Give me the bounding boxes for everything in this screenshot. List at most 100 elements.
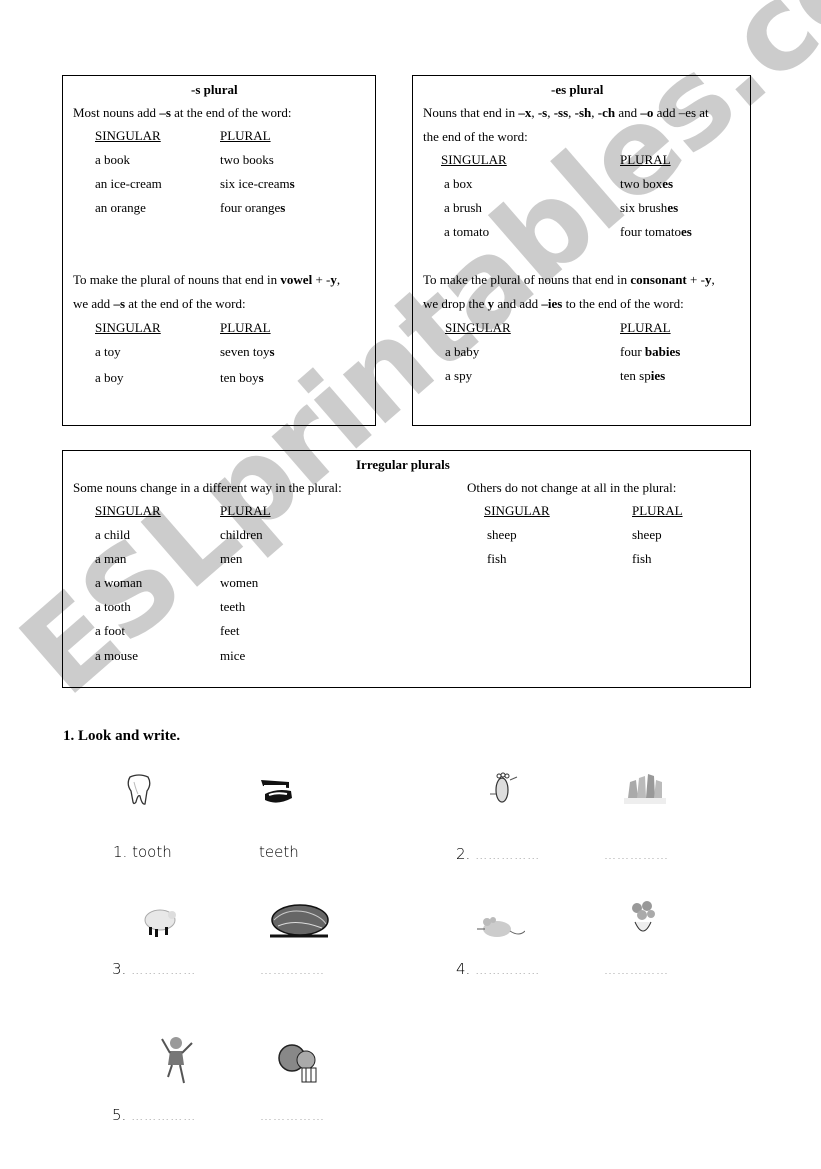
text: Most nouns add: [73, 105, 160, 120]
text-bold: –ies: [541, 296, 563, 311]
text: ,: [711, 272, 715, 287]
plural-cell: teeth: [220, 599, 246, 614]
header-plural: PLURAL: [220, 320, 271, 335]
text-bold: -ss: [553, 105, 569, 120]
item-number: 1.: [113, 843, 128, 861]
text: at the end of the word:: [125, 296, 246, 311]
header-plural: PLURAL: [220, 128, 271, 143]
exercise-heading: 1. Look and write.: [63, 728, 181, 744]
exercise-item-3-singular: 3. ……………: [112, 960, 196, 978]
plural-cell: ten spies: [620, 368, 665, 384]
header-plural: PLURAL: [220, 503, 271, 518]
text: to the end of the word:: [562, 296, 684, 311]
text: six ice-cream: [220, 176, 290, 191]
item-number: 4.: [456, 960, 471, 978]
singular-cell: a spy: [445, 368, 473, 383]
es-plural-intro-line1: Nouns that end in –x, -s, -ss, -sh, -ch …: [423, 105, 709, 121]
children-icon: [276, 1040, 322, 1091]
answer-blank[interactable]: ……………: [475, 963, 540, 977]
singular-cell: an orange: [95, 200, 146, 215]
text: + -: [686, 272, 705, 287]
child-icon: [160, 1033, 196, 1094]
text: two box: [620, 176, 663, 191]
plural-cell: six ice-creams: [220, 176, 295, 192]
plural-cell: sheep: [632, 527, 662, 542]
answer-singular: tooth: [132, 843, 172, 861]
irregular-right-intro: Others do not change at all in the plura…: [467, 480, 677, 495]
exercise-item-3-plural[interactable]: ……………: [260, 963, 325, 977]
singular-cell: a brush: [444, 200, 482, 215]
text: four tomato: [620, 224, 682, 239]
plural-cell: six brushes: [620, 200, 678, 216]
mice-icon: [627, 898, 659, 947]
singular-cell: a foot: [95, 623, 125, 638]
text-bold: consonant: [630, 272, 687, 287]
plural-cell: four oranges: [220, 200, 285, 216]
singular-cell: a boy: [95, 370, 124, 385]
exercise-item-2-plural[interactable]: ……………: [604, 848, 669, 862]
text: two books: [220, 152, 274, 167]
text: ,: [336, 272, 341, 287]
singular-cell: a man: [95, 551, 127, 566]
text: and: [615, 105, 641, 120]
exercise-item-5-plural[interactable]: ……………: [260, 1109, 325, 1123]
header-singular: SINGULAR: [95, 320, 161, 335]
text-bold: vowel: [280, 272, 313, 287]
plural-cell: feet: [220, 623, 240, 638]
singular-cell: a toy: [95, 344, 121, 359]
text-bold: s: [269, 344, 275, 359]
mouse-icon: [475, 915, 526, 946]
singular-cell: a baby: [445, 344, 480, 359]
text: we add: [73, 296, 114, 311]
singular-cell: a box: [444, 176, 473, 191]
text-bold: –x: [518, 105, 532, 120]
exercise-item-5-singular: 5. ……………: [112, 1106, 196, 1124]
exercise-item-2-singular: 2. ……………: [456, 845, 540, 863]
exercise-item-4-plural[interactable]: ……………: [604, 963, 669, 977]
answer-blank[interactable]: ……………: [131, 963, 196, 977]
text: four: [620, 344, 645, 359]
answer-blank[interactable]: ……………: [131, 1109, 196, 1123]
text: + -: [312, 272, 331, 287]
es-plural-rule2-line2: we drop the y and add –ies to the end of…: [423, 296, 684, 312]
plural-cell: two books: [220, 152, 274, 168]
text-bold: s: [289, 176, 295, 191]
singular-cell: an ice-cream: [95, 176, 162, 191]
singular-cell: a tooth: [95, 599, 131, 614]
header-singular: SINGULAR: [445, 320, 511, 335]
singular-cell: a child: [95, 527, 131, 542]
singular-cell: a mouse: [95, 648, 138, 663]
plural-cell: four babies: [620, 344, 680, 360]
text: ten sp: [620, 368, 651, 383]
irregular-plurals-title: Irregular plurals: [356, 457, 450, 472]
s-plural-rule2-line2: we add –s at the end of the word:: [73, 296, 246, 312]
plural-cell: four tomatoes: [620, 224, 692, 240]
text: To make the plural of nouns that end in: [73, 272, 281, 287]
text-bold: babies: [644, 344, 681, 359]
es-plural-title: -es plural: [551, 82, 604, 97]
text: To make the plural of nouns that end in: [423, 272, 631, 287]
text-bold: –s: [113, 296, 125, 311]
exercise-item-1-plural: teeth: [259, 843, 299, 861]
header-plural: PLURAL: [632, 503, 683, 518]
answer-blank[interactable]: ……………: [475, 848, 540, 862]
irregular-plurals-box: Irregular plurals Some nouns change in a…: [62, 450, 751, 688]
text-bold: es: [662, 176, 674, 191]
header-plural: PLURAL: [620, 152, 671, 167]
text-bold: es: [667, 200, 679, 215]
plural-cell: seven toys: [220, 344, 275, 360]
plural-cell: two boxes: [620, 176, 673, 192]
text-bold: –o: [640, 105, 654, 120]
header-singular: SINGULAR: [484, 503, 550, 518]
header-singular: SINGULAR: [95, 128, 161, 143]
plural-cell: fish: [632, 551, 652, 566]
singular-cell: fish: [487, 551, 507, 566]
s-plural-intro: Most nouns add –s at the end of the word…: [73, 105, 291, 121]
foot-icon: [490, 770, 518, 813]
s-plural-box: -s plural Most nouns add –s at the end o…: [62, 75, 376, 426]
text-bold: -s: [537, 105, 548, 120]
es-plural-intro-line2: the end of the word:: [423, 129, 528, 144]
item-number: 3.: [112, 960, 127, 978]
text: add –es at: [653, 105, 709, 120]
exercise-item-1-singular: 1. tooth: [113, 843, 172, 861]
